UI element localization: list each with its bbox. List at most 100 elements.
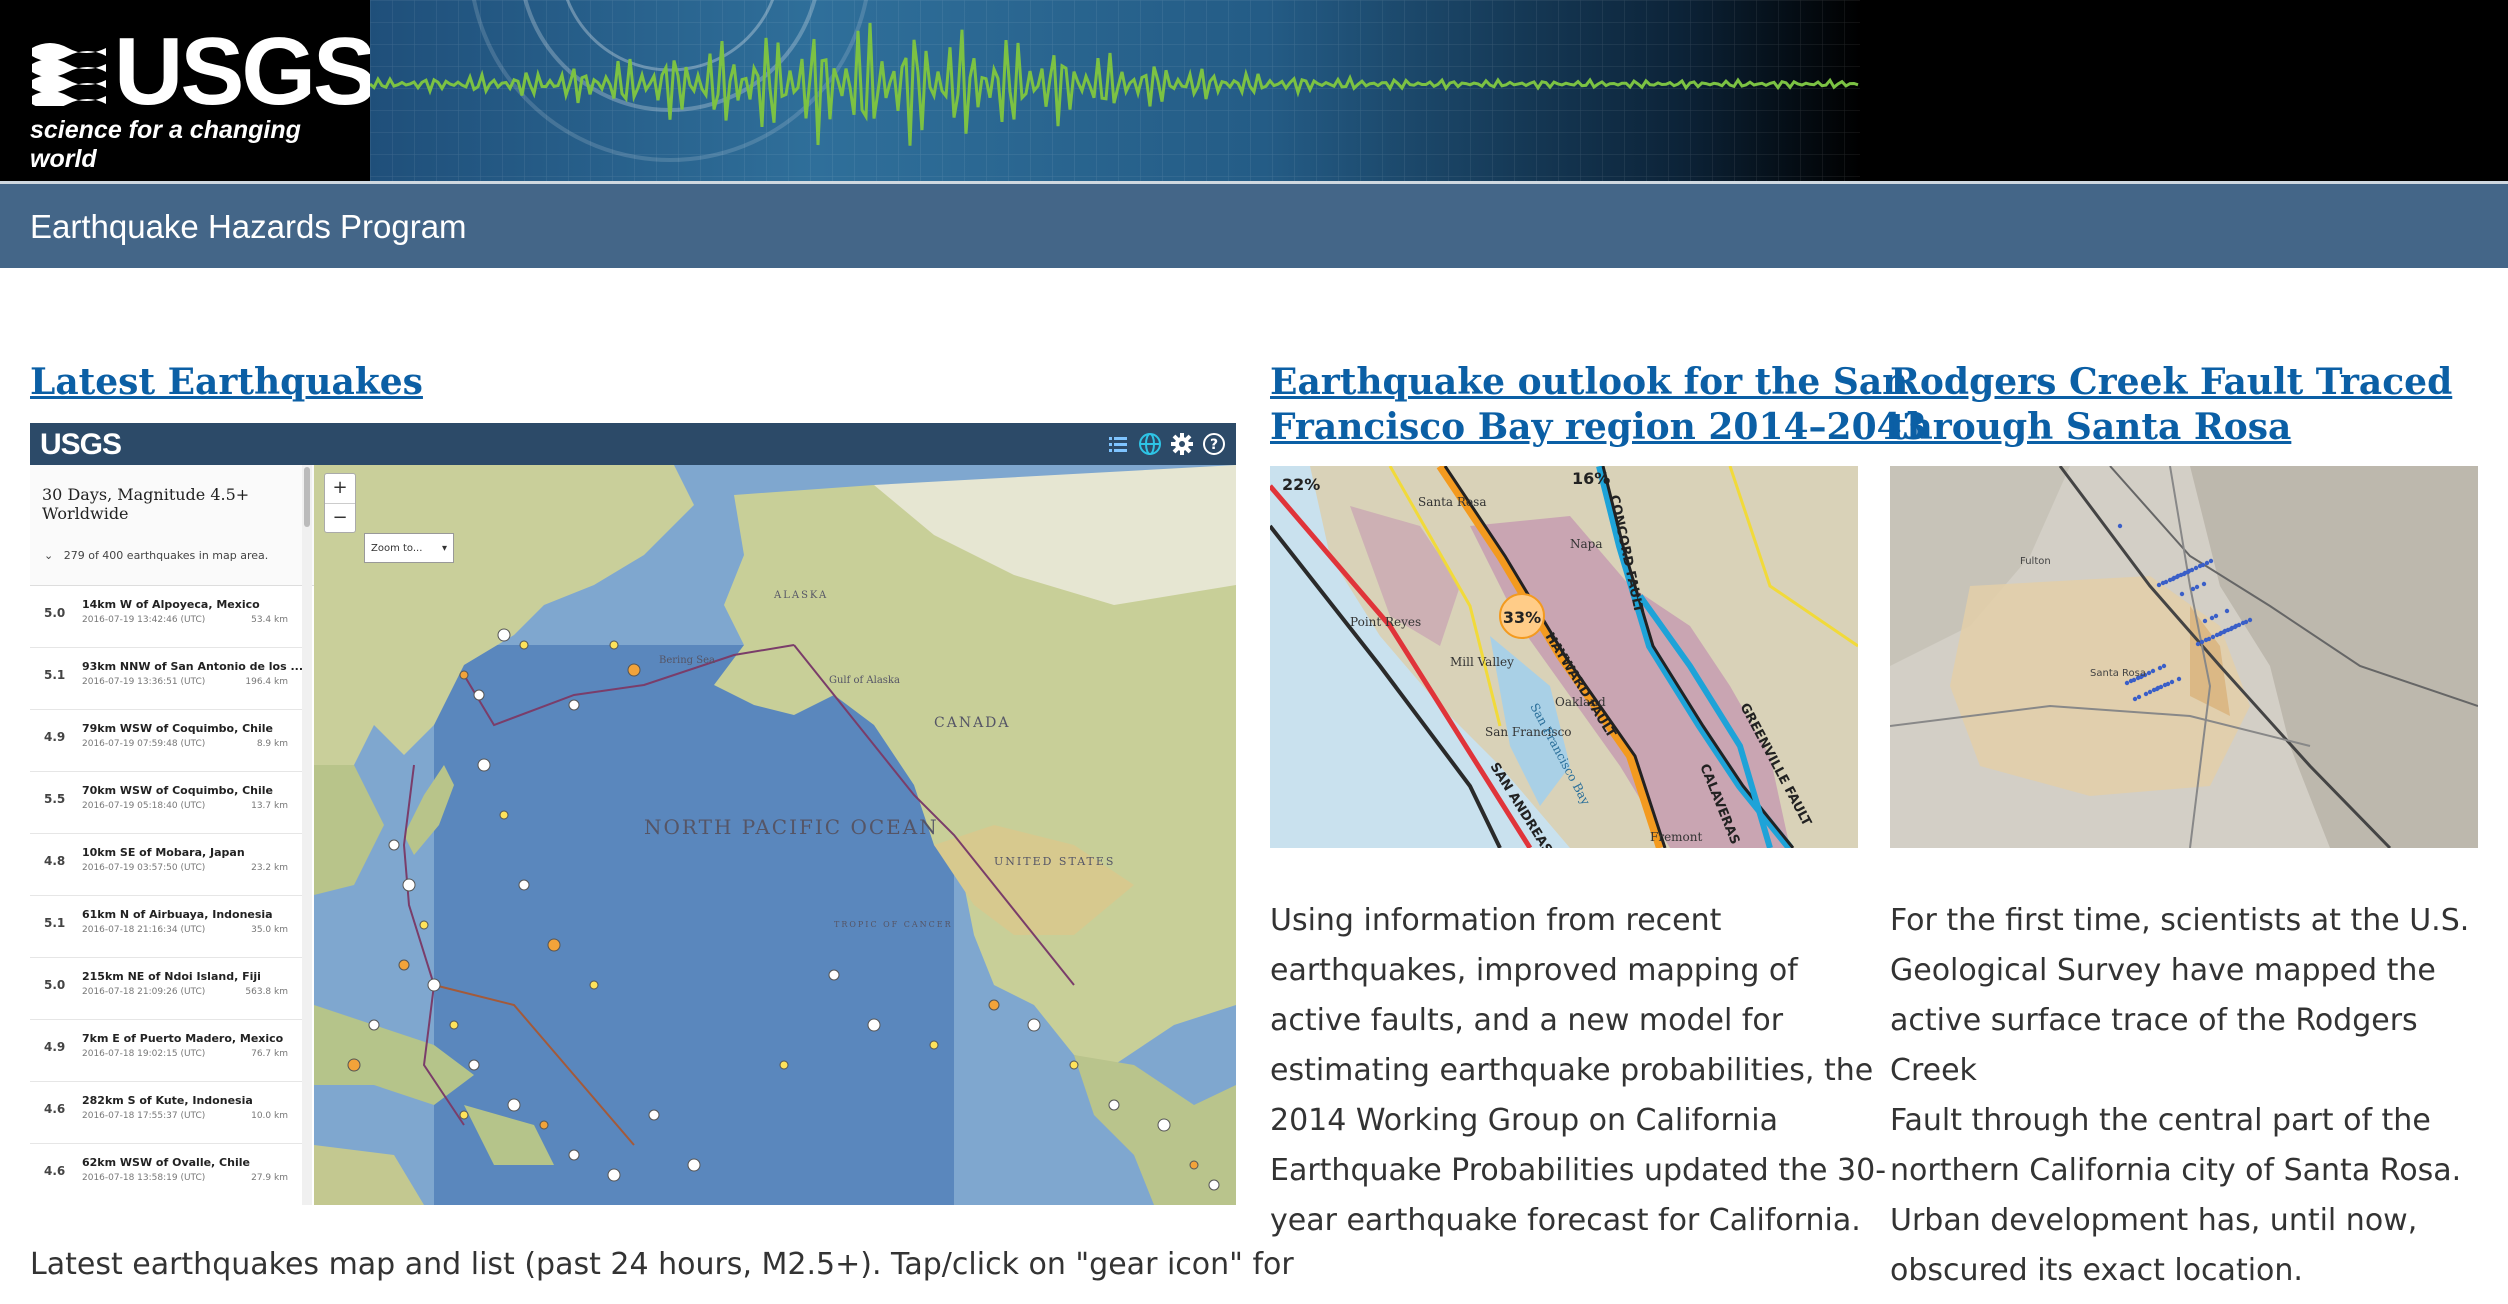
earthquake-marker[interactable]: [648, 1109, 660, 1121]
rodgers-creek-line: For the first time, scientists at the U.…: [1890, 903, 2470, 938]
epicenter-marker: [2176, 676, 2182, 682]
epicenter-marker: [2161, 663, 2167, 669]
earthquake-marker[interactable]: [459, 1110, 469, 1120]
list-icon[interactable]: [1106, 432, 1130, 456]
earthquake-list-item[interactable]: 4.8 10km SE of Mobara, Japan 2016-07-19 03…: [30, 834, 302, 896]
earthquake-marker[interactable]: [499, 810, 509, 820]
latest-earthquakes-link[interactable]: Latest Earthquakes: [30, 360, 423, 405]
earthquake-marker[interactable]: [1208, 1179, 1220, 1191]
map-label-canada: CANADA: [934, 715, 1011, 731]
earthquake-marker[interactable]: [627, 663, 641, 677]
earthquake-list-item[interactable]: 4.9 7km E of Puerto Madero, Mexico 2016-07…: [30, 1020, 302, 1082]
svg-text:Point Reyes: Point Reyes: [1350, 615, 1421, 629]
earthquake-marker[interactable]: [368, 1019, 380, 1031]
earthquake-marker[interactable]: [539, 1120, 549, 1130]
svg-text:?: ?: [1210, 437, 1218, 453]
earthquake-marker[interactable]: [1069, 1060, 1079, 1070]
zoom-in-button[interactable]: +: [325, 474, 355, 502]
earthquake-marker[interactable]: [1027, 1018, 1041, 1032]
earthquake-time: 2016-07-19 03:57:50 (UTC): [82, 863, 206, 873]
earthquake-marker[interactable]: [828, 969, 840, 981]
earthquake-time: 2016-07-19 13:36:51 (UTC): [82, 677, 206, 687]
world-map[interactable]: + − Zoom to... ▾ NORTH PACIFIC OCEAN CAN…: [314, 465, 1236, 1205]
earthquake-marker[interactable]: [1108, 1099, 1120, 1111]
zoom-out-button[interactable]: −: [325, 503, 355, 532]
earthquake-marker[interactable]: [507, 1098, 521, 1112]
epicenter-marker: [2193, 565, 2199, 571]
earthquake-marker[interactable]: [1157, 1118, 1171, 1132]
earthquake-marker[interactable]: [609, 640, 619, 650]
epicenter-marker: [2163, 579, 2169, 585]
svg-text:Napa: Napa: [1570, 537, 1603, 551]
earthquake-marker[interactable]: [607, 1168, 621, 1182]
epicenter-marker: [2136, 694, 2142, 700]
list-scrollbar[interactable]: [302, 465, 312, 1205]
latest-earthquakes-app-screenshot[interactable]: USGS ? 30 Days, Magnitude 4.5+ Worldwide: [30, 423, 1236, 1205]
earthquake-list-item[interactable]: 5.1 61km N of Airbuaya, Indonesia 2016-07-…: [30, 896, 302, 958]
earthquake-list-item[interactable]: 5.0 215km NE of Ndoi Island, Fiji 2016-07-…: [30, 958, 302, 1020]
sf-bay-fault-map-image[interactable]: 33% 22% 16% Santa Rosa Napa Point Reyes …: [1270, 466, 1858, 848]
earthquake-marker[interactable]: [687, 1158, 701, 1172]
svg-text:22%: 22%: [1282, 475, 1320, 494]
earthquake-marker[interactable]: [547, 938, 561, 952]
epicenter-marker: [2204, 560, 2210, 566]
earthquake-marker[interactable]: [477, 758, 491, 772]
earthquake-marker[interactable]: [388, 839, 400, 851]
earthquake-marker[interactable]: [402, 878, 416, 892]
earthquake-marker[interactable]: [988, 999, 1000, 1011]
list-count[interactable]: ⌄ 279 of 400 earthquakes in map area.: [44, 549, 268, 562]
earthquake-list-item[interactable]: 4.6 62km WSW of Ovalle, Chile 2016-07-18 1…: [30, 1144, 302, 1205]
earthquake-list-item[interactable]: 5.5 70km WSW of Coquimbo, Chile 2016-07-19…: [30, 772, 302, 834]
earthquake-marker[interactable]: [347, 1058, 361, 1072]
sf-outlook-link[interactable]: Earthquake outlook for the San Francisco…: [1270, 360, 1927, 450]
epicenter-marker: [2199, 639, 2205, 645]
rodgers-creek-link[interactable]: Rodgers Creek Fault Traced through Santa…: [1890, 360, 2452, 450]
earthquake-list-item[interactable]: 5.0 14km W of Alpoyeca, Mexico 2016-07-19 …: [30, 586, 302, 648]
help-icon[interactable]: ?: [1202, 432, 1226, 456]
rodgers-creek-line: obscured its exact location.: [1890, 1253, 2303, 1288]
scrollbar-thumb[interactable]: [304, 467, 310, 527]
svg-text:16%: 16%: [1572, 469, 1610, 488]
earthquake-marker[interactable]: [468, 1059, 480, 1071]
sf-outlook-line: 2014 Working Group on California: [1270, 1103, 1779, 1138]
earthquake-depth: 8.9 km: [256, 739, 288, 749]
seismogram-banner: [369, 0, 1860, 181]
earthquake-marker[interactable]: [427, 978, 441, 992]
earthquake-marker[interactable]: [497, 628, 511, 642]
map-label-bering-sea: Bering Sea: [659, 655, 715, 666]
earthquake-list-item[interactable]: 4.9 79km WSW of Coquimbo, Chile 2016-07-19…: [30, 710, 302, 772]
earthquake-marker[interactable]: [589, 980, 599, 990]
earthquake-list-item[interactable]: 4.6 282km S of Kute, Indonesia 2016-07-18 …: [30, 1082, 302, 1144]
earthquake-marker[interactable]: [1189, 1160, 1199, 1170]
map-label-tropic-of-cancer: TROPIC OF CANCER: [834, 920, 953, 929]
earthquake-place: 93km NNW of San Antonio de los ...: [82, 660, 304, 673]
count-text: 279 of 400 earthquakes in map area.: [63, 549, 269, 562]
earthquake-marker[interactable]: [449, 1020, 459, 1030]
earthquake-marker[interactable]: [419, 920, 429, 930]
earthquake-marker[interactable]: [779, 1060, 789, 1070]
earthquake-marker[interactable]: [459, 670, 469, 680]
gear-icon[interactable]: [1170, 432, 1194, 456]
earthquake-marker[interactable]: [473, 689, 485, 701]
earthquake-list-item[interactable]: 5.1 93km NNW of San Antonio de los ... 201…: [30, 648, 304, 710]
globe-icon[interactable]: [1138, 432, 1162, 456]
rodgers-creek-map-image[interactable]: Fulton Santa Rosa: [1890, 466, 2478, 848]
sf-outlook-line: Earthquake Probabilities updated the 30-: [1270, 1153, 1887, 1188]
svg-text:Santa Rosa: Santa Rosa: [1418, 495, 1486, 509]
list-title: 30 Days, Magnitude 4.5+ Worldwide: [42, 485, 250, 523]
earthquake-marker[interactable]: [398, 959, 410, 971]
earthquake-time: 2016-07-18 19:02:15 (UTC): [82, 1049, 206, 1059]
earthquake-marker[interactable]: [929, 1040, 939, 1050]
usgs-logo[interactable]: USGS science for a changing world: [0, 0, 377, 181]
earthquake-marker[interactable]: [568, 1149, 580, 1161]
earthquake-marker[interactable]: [867, 1018, 881, 1032]
earthquake-marker[interactable]: [568, 699, 580, 711]
zoom-to-select[interactable]: Zoom to... ▾: [364, 533, 454, 563]
sf-outlook-line: earthquakes, improved mapping of: [1270, 953, 1798, 988]
epicenter-marker: [2200, 562, 2206, 568]
program-title[interactable]: Earthquake Hazards Program: [30, 208, 467, 246]
sf-outlook-title-line1: Earthquake outlook for the San: [1270, 361, 1909, 403]
epicenter-marker: [2194, 584, 2200, 590]
earthquake-marker[interactable]: [519, 640, 529, 650]
earthquake-marker[interactable]: [518, 879, 530, 891]
